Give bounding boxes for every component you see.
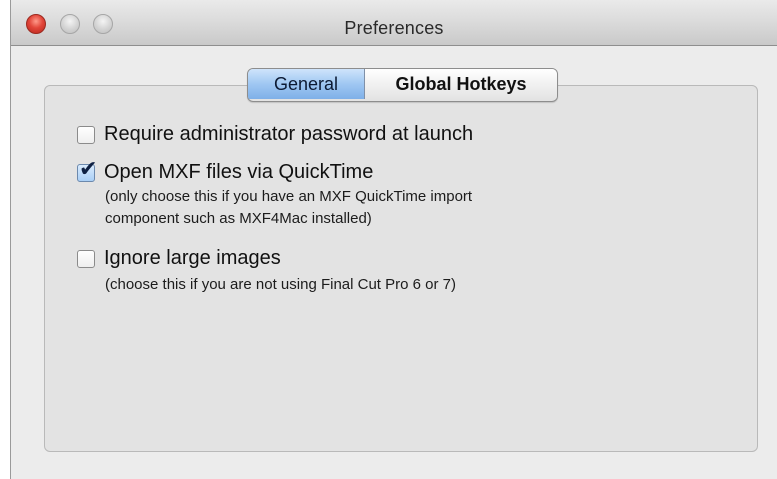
open-mxf-quicktime-checkbox[interactable]: ✔ [77,158,97,182]
option-open-mxf-quicktime[interactable]: ✔ Open MXF files via QuickTime [77,158,374,184]
require-admin-password-label: Require administrator password at launch [104,123,474,145]
ignore-large-images-label: Ignore large images [104,247,281,269]
option-ignore-large-images[interactable]: Ignore large images [77,247,281,270]
ignore-large-images-hint: (choose this if you are not using Final … [105,274,456,296]
option-require-admin-password[interactable]: Require administrator password at launch [77,123,473,146]
checkmark-icon: ✔ [79,156,98,182]
tab-general[interactable]: General [248,69,365,99]
window-title: Preferences [344,18,444,38]
tab-global-hotkeys[interactable]: Global Hotkeys [365,69,557,99]
open-mxf-quicktime-hint-line-2: component such as MXF4Mac installed) [105,210,372,227]
open-mxf-quicktime-hint-line-1: (only choose this if you have an MXF Qui… [105,188,473,205]
open-mxf-quicktime-hint: (only choose this if you have an MXF Qui… [105,186,472,230]
preferences-window: Preferences General Global Hotkeys Requi… [10,0,777,479]
require-admin-password-checkbox[interactable] [77,125,95,144]
title-bar: Preferences [11,0,777,46]
ignore-large-images-checkbox[interactable] [77,249,95,268]
ignore-large-images-hint-line-1: (choose this if you are not using Final … [105,276,457,293]
preferences-tabs: General Global Hotkeys [247,68,558,102]
open-mxf-quicktime-label: Open MXF files via QuickTime [104,161,374,183]
